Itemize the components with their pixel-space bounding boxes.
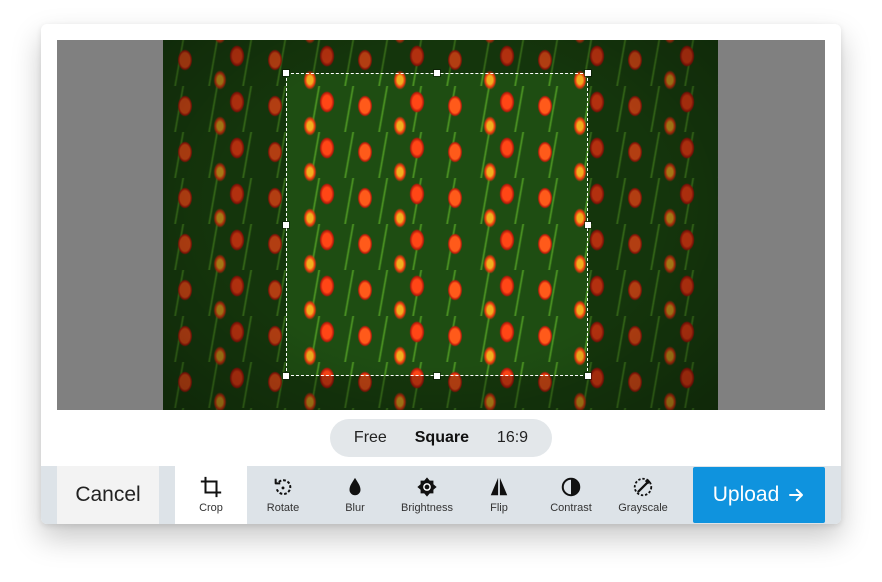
tool-label: Blur — [345, 502, 365, 514]
aspect-ratio-selector: Free Square 16:9 — [330, 419, 552, 457]
editor-toolbar: Cancel Crop Rotate Blur Brightness Flip … — [41, 466, 841, 524]
crop-handle-top[interactable] — [434, 70, 440, 76]
crop-handle-bottom-right[interactable] — [585, 373, 591, 379]
crop-box[interactable] — [283, 70, 591, 379]
tool-brightness[interactable]: Brightness — [391, 466, 463, 524]
arrow-right-icon — [787, 486, 805, 504]
crop-handle-bottom-left[interactable] — [283, 373, 289, 379]
aspect-option-free[interactable]: Free — [350, 429, 391, 447]
tool-flip[interactable]: Flip — [463, 466, 535, 524]
grayscale-icon — [633, 477, 653, 497]
crop-icon — [200, 476, 222, 498]
cancel-button[interactable]: Cancel — [57, 466, 159, 524]
tool-crop[interactable]: Crop — [175, 466, 247, 524]
blur-icon — [349, 477, 361, 496]
tool-label: Contrast — [550, 502, 592, 514]
contrast-icon — [561, 477, 581, 497]
tool-label: Grayscale — [618, 502, 668, 514]
tool-blur[interactable]: Blur — [319, 466, 391, 524]
upload-button[interactable]: Upload — [693, 467, 825, 523]
flip-icon — [490, 477, 508, 496]
crop-handle-top-left[interactable] — [283, 70, 289, 76]
image-editor-dialog: Free Square 16:9 Cancel Crop Rotate Blur… — [41, 24, 841, 524]
aspect-option-16-9[interactable]: 16:9 — [493, 429, 532, 447]
upload-button-label: Upload — [712, 483, 780, 506]
crop-handle-top-right[interactable] — [585, 70, 591, 76]
tool-label: Rotate — [266, 502, 300, 514]
tool-list: Crop Rotate Blur Brightness Flip Contras… — [175, 466, 679, 524]
tool-label: Brightness — [401, 502, 453, 514]
tool-label: Crop — [199, 502, 223, 514]
crop-handle-bottom[interactable] — [434, 373, 440, 379]
tool-contrast[interactable]: Contrast — [535, 466, 607, 524]
crop-handle-right[interactable] — [585, 222, 591, 228]
brightness-icon — [417, 477, 437, 497]
crop-handle-left[interactable] — [283, 222, 289, 228]
tool-grayscale[interactable]: Grayscale — [607, 466, 679, 524]
image-stage — [57, 40, 825, 410]
tool-label: Flip — [490, 502, 508, 514]
aspect-option-square[interactable]: Square — [411, 429, 473, 447]
tool-rotate[interactable]: Rotate — [247, 466, 319, 524]
rotate-icon — [274, 478, 292, 495]
